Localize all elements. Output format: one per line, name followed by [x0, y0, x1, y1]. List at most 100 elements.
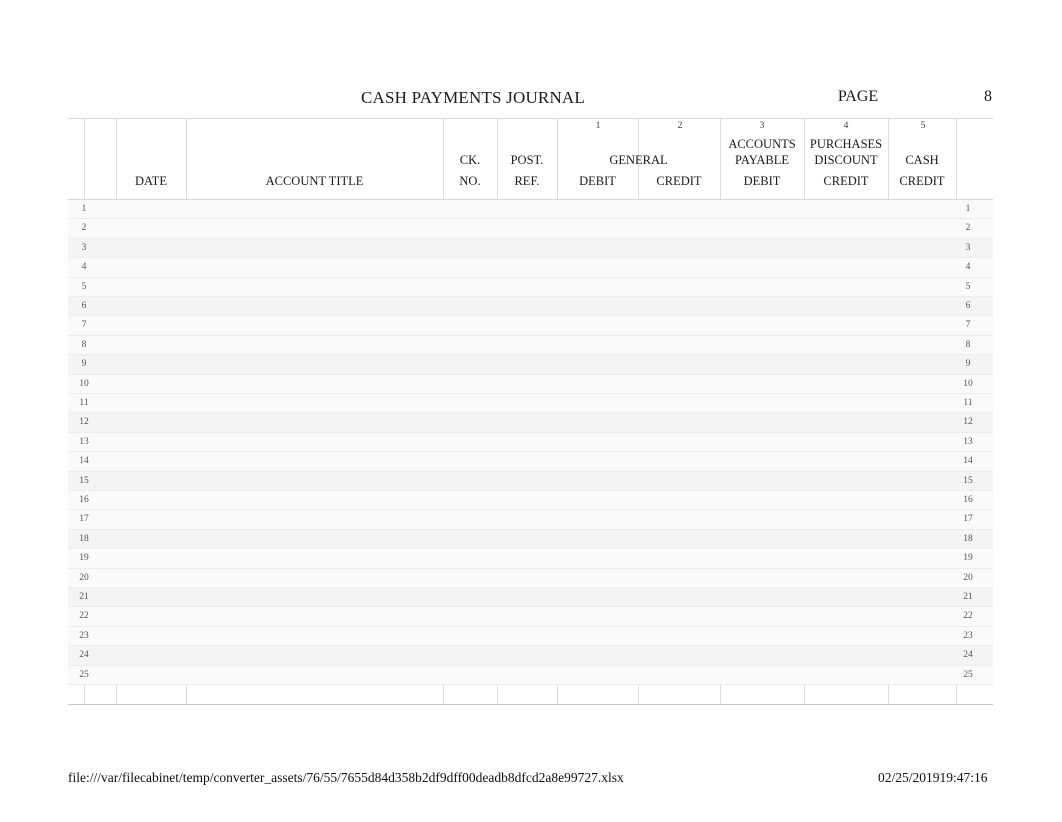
- cell-post-ref[interactable]: [497, 413, 557, 432]
- cell-general-debit[interactable]: [557, 607, 638, 626]
- cell-date-day[interactable]: [116, 336, 186, 355]
- cell-general-debit[interactable]: [557, 627, 638, 646]
- table-row[interactable]: 11: [68, 200, 993, 220]
- cell-account-title[interactable]: [186, 607, 443, 626]
- cell-general-debit[interactable]: [557, 530, 638, 549]
- cell-purchases-discount-credit[interactable]: [804, 588, 888, 607]
- cell-general-credit[interactable]: [638, 316, 720, 335]
- cell-purchases-discount-credit[interactable]: [804, 297, 888, 316]
- cell-ck-no[interactable]: [443, 627, 497, 646]
- cell-cash-credit[interactable]: [888, 258, 956, 277]
- cell-ck-no[interactable]: [443, 375, 497, 394]
- cell-ck-no[interactable]: [443, 200, 497, 219]
- cell-ck-no[interactable]: [443, 491, 497, 510]
- cell-general-credit[interactable]: [638, 666, 720, 685]
- cell-accounts-payable-debit[interactable]: [720, 413, 804, 432]
- cell-cash-credit[interactable]: [888, 413, 956, 432]
- cell-purchases-discount-credit[interactable]: [804, 413, 888, 432]
- table-row[interactable]: 33: [68, 238, 993, 259]
- cell-account-title[interactable]: [186, 646, 443, 665]
- cell-post-ref[interactable]: [497, 336, 557, 355]
- cell-general-debit[interactable]: [557, 569, 638, 588]
- cell-post-ref[interactable]: [497, 200, 557, 219]
- cell-date-day[interactable]: [116, 569, 186, 588]
- cell-general-debit[interactable]: [557, 200, 638, 219]
- cell-ck-no[interactable]: [443, 336, 497, 355]
- cell-date-day[interactable]: [116, 316, 186, 335]
- cell-general-credit[interactable]: [638, 375, 720, 394]
- cell-ck-no[interactable]: [443, 394, 497, 413]
- cell-account-title[interactable]: [186, 355, 443, 374]
- cell-account-title[interactable]: [186, 569, 443, 588]
- cell-purchases-discount-credit[interactable]: [804, 569, 888, 588]
- cell-date-day[interactable]: [116, 258, 186, 277]
- cell-account-title[interactable]: [186, 510, 443, 529]
- cell-account-title[interactable]: [186, 530, 443, 549]
- cell-general-debit[interactable]: [557, 394, 638, 413]
- cell-purchases-discount-credit[interactable]: [804, 336, 888, 355]
- cell-date-day[interactable]: [116, 588, 186, 607]
- cell-date-day[interactable]: [116, 278, 186, 297]
- cell-accounts-payable-debit[interactable]: [720, 472, 804, 491]
- table-row[interactable]: 15 15: [68, 471, 993, 491]
- cell-general-credit[interactable]: [638, 413, 720, 432]
- cell-post-ref[interactable]: [497, 549, 557, 568]
- cell-accounts-payable-debit[interactable]: [720, 510, 804, 529]
- cell-purchases-discount-credit[interactable]: [804, 219, 888, 238]
- cell-post-ref[interactable]: [497, 394, 557, 413]
- cell-date-day[interactable]: [116, 297, 186, 316]
- table-row[interactable]: 25 25: [68, 665, 993, 685]
- cell-post-ref[interactable]: [497, 530, 557, 549]
- cell-cash-credit[interactable]: [888, 278, 956, 297]
- cell-cash-credit[interactable]: [888, 200, 956, 219]
- cell-post-ref[interactable]: [497, 278, 557, 297]
- cell-accounts-payable-debit[interactable]: [720, 200, 804, 219]
- cell-account-title[interactable]: [186, 394, 443, 413]
- table-row[interactable]: 10 10: [68, 374, 993, 394]
- cell-general-credit[interactable]: [638, 646, 720, 665]
- table-row[interactable]: 11 11: [68, 394, 993, 414]
- cell-general-credit[interactable]: [638, 627, 720, 646]
- cell-accounts-payable-debit[interactable]: [720, 355, 804, 374]
- cell-general-debit[interactable]: [557, 375, 638, 394]
- cell-ck-no[interactable]: [443, 510, 497, 529]
- cell-purchases-discount-credit[interactable]: [804, 646, 888, 665]
- cell-accounts-payable-debit[interactable]: [720, 666, 804, 685]
- cell-general-credit[interactable]: [638, 472, 720, 491]
- cell-accounts-payable-debit[interactable]: [720, 607, 804, 626]
- cell-general-debit[interactable]: [557, 510, 638, 529]
- cell-cash-credit[interactable]: [888, 336, 956, 355]
- cell-post-ref[interactable]: [497, 433, 557, 452]
- table-row[interactable]: 23 23: [68, 626, 993, 647]
- cell-general-debit[interactable]: [557, 646, 638, 665]
- cell-general-debit[interactable]: [557, 433, 638, 452]
- cell-general-debit[interactable]: [557, 588, 638, 607]
- cell-accounts-payable-debit[interactable]: [720, 588, 804, 607]
- cell-cash-credit[interactable]: [888, 219, 956, 238]
- cell-date-day[interactable]: [116, 413, 186, 432]
- cell-ck-no[interactable]: [443, 297, 497, 316]
- cell-account-title[interactable]: [186, 666, 443, 685]
- cell-post-ref[interactable]: [497, 588, 557, 607]
- cell-account-title[interactable]: [186, 278, 443, 297]
- cell-account-title[interactable]: [186, 588, 443, 607]
- cell-general-credit[interactable]: [638, 569, 720, 588]
- table-row[interactable]: 14 14: [68, 452, 993, 472]
- cell-account-title[interactable]: [186, 491, 443, 510]
- cell-account-title[interactable]: [186, 200, 443, 219]
- cell-general-debit[interactable]: [557, 336, 638, 355]
- cell-ck-no[interactable]: [443, 646, 497, 665]
- cell-accounts-payable-debit[interactable]: [720, 316, 804, 335]
- cell-general-debit[interactable]: [557, 219, 638, 238]
- cell-post-ref[interactable]: [497, 472, 557, 491]
- cell-general-credit[interactable]: [638, 394, 720, 413]
- cell-purchases-discount-credit[interactable]: [804, 375, 888, 394]
- cell-account-title[interactable]: [186, 219, 443, 238]
- cell-purchases-discount-credit[interactable]: [804, 239, 888, 258]
- cell-general-credit[interactable]: [638, 239, 720, 258]
- cell-cash-credit[interactable]: [888, 433, 956, 452]
- cell-post-ref[interactable]: [497, 297, 557, 316]
- cell-general-debit[interactable]: [557, 278, 638, 297]
- table-row[interactable]: 88: [68, 335, 993, 356]
- cell-account-title[interactable]: [186, 316, 443, 335]
